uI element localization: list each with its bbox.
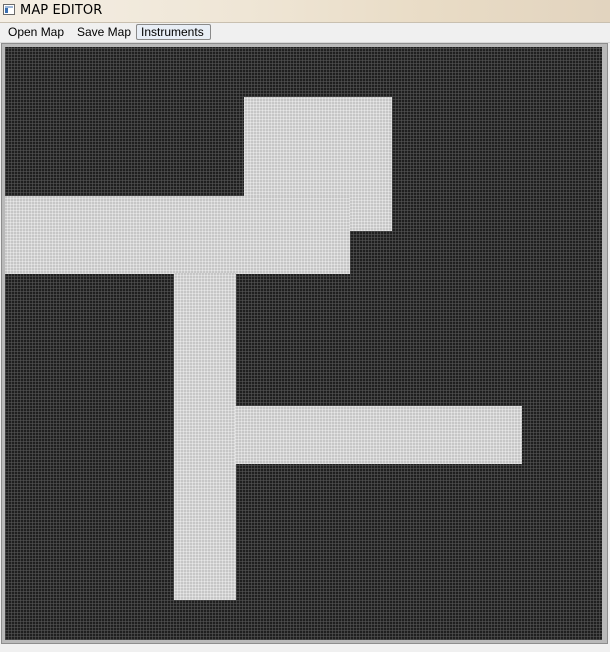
floor-tile-block-vertical-corridor[interactable] [174, 273, 236, 600]
menu-open-map[interactable]: Open Map [4, 24, 68, 40]
window-title: MAP EDITOR [20, 3, 103, 18]
floor-tile-block-horizontal-corridor[interactable] [5, 196, 350, 274]
map-canvas-frame [1, 43, 608, 644]
window-app-icon [3, 4, 15, 15]
menu-bar: Open Map Save Map Instruments [0, 23, 610, 43]
title-bar[interactable]: MAP EDITOR [0, 0, 610, 23]
menu-instruments[interactable]: Instruments [136, 24, 211, 40]
floor-tile-block-east-branch[interactable] [235, 406, 522, 464]
map-canvas[interactable] [5, 47, 602, 640]
menu-save-map[interactable]: Save Map [73, 24, 135, 40]
